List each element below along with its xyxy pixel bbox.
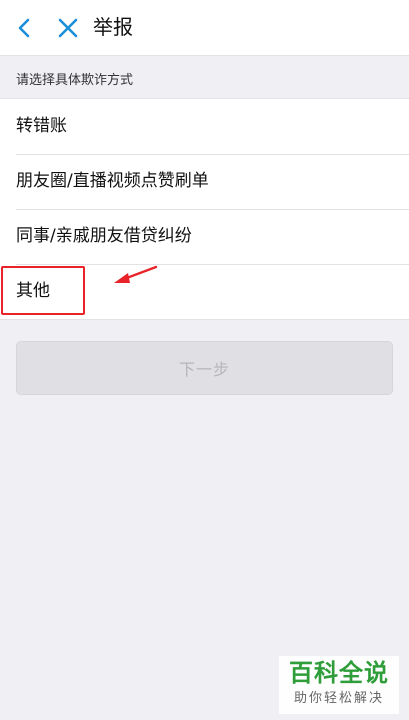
option-loan-dispute[interactable]: 同事/亲戚朋友借贷纠纷 [0, 209, 409, 264]
watermark-logo: 百科全说 助你轻松解决 [279, 656, 399, 714]
next-step-button[interactable]: 下一步 [16, 341, 393, 395]
report-page: 举报 请选择具体欺诈方式 转错账 朋友圈/直播视频点赞刷单 同事/亲戚朋友借贷纠… [0, 0, 409, 720]
annotation-arrow-icon [114, 265, 158, 283]
page-title: 举报 [93, 15, 133, 39]
option-label: 同事/亲戚朋友借贷纠纷 [16, 226, 192, 246]
watermark-subtitle: 助你轻松解决 [293, 691, 384, 706]
option-label: 转错账 [16, 116, 67, 136]
chevron-left-icon [18, 18, 30, 38]
watermark-title: 百科全说 [289, 659, 389, 687]
option-moments-live-like-scam[interactable]: 朋友圈/直播视频点赞刷单 [0, 154, 409, 209]
option-label: 朋友圈/直播视频点赞刷单 [16, 171, 209, 191]
close-button[interactable] [54, 14, 82, 42]
back-button[interactable] [10, 14, 38, 42]
next-step-label: 下一步 [178, 360, 230, 379]
section-label: 请选择具体欺诈方式 [16, 73, 134, 88]
nav-bar: 举报 [0, 0, 409, 56]
annotation-highlight-box [1, 266, 85, 315]
close-icon [58, 18, 78, 38]
option-wrong-transfer[interactable]: 转错账 [0, 99, 409, 154]
